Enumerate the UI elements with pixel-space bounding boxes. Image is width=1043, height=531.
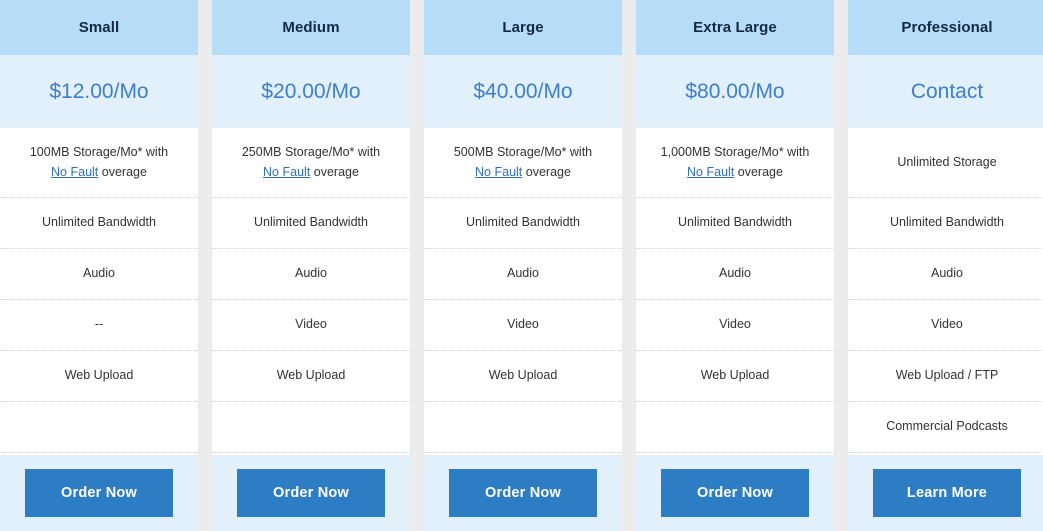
storage-amount-text: 500MB Storage/Mo* with xyxy=(453,145,593,160)
feature-row: Unlimited Bandwidth xyxy=(0,198,198,249)
cta-area: Order Now xyxy=(636,455,834,531)
feature-row: Audio xyxy=(636,249,834,300)
feature-list: 1,000MB Storage/Mo* with No Fault overage… xyxy=(636,128,834,455)
column-gap xyxy=(622,0,636,531)
feature-row: Unlimited Bandwidth xyxy=(424,198,622,249)
overage-text: overage xyxy=(310,164,359,179)
feature-row: Unlimited Bandwidth xyxy=(636,198,834,249)
plan-price: $80.00/Mo xyxy=(636,55,834,128)
feature-row: Web Upload xyxy=(212,351,410,402)
feature-row: Video xyxy=(636,300,834,351)
storage-amount-text: Unlimited Storage xyxy=(897,154,997,169)
cta-area: Order Now xyxy=(424,455,622,531)
plan-name: Small xyxy=(0,0,198,55)
feature-list: 250MB Storage/Mo* with No Fault overage Un… xyxy=(212,128,410,455)
feature-row: Unlimited Bandwidth xyxy=(212,198,410,249)
plan-column: Professional Contact Unlimited Storage Unli… xyxy=(848,0,1043,531)
cta-button[interactable]: Order Now xyxy=(449,469,597,517)
no-fault-link[interactable]: No Fault xyxy=(263,165,310,179)
plan-column: Medium $20.00/Mo 250MB Storage/Mo* with No … xyxy=(212,0,410,531)
cta-area: Order Now xyxy=(0,455,198,531)
feature-row: Commercial Podcasts xyxy=(848,402,1043,453)
feature-row: Web Upload xyxy=(0,351,198,402)
feature-row xyxy=(424,402,622,453)
feature-row: Audio xyxy=(848,249,1043,300)
feature-row: Video xyxy=(424,300,622,351)
feature-row: Audio xyxy=(212,249,410,300)
feature-row: 250MB Storage/Mo* with No Fault overage xyxy=(212,128,410,198)
feature-row: Unlimited Storage xyxy=(848,128,1043,198)
feature-row: 500MB Storage/Mo* with No Fault overage xyxy=(424,128,622,198)
plan-price: $20.00/Mo xyxy=(212,55,410,128)
cta-button[interactable]: Order Now xyxy=(25,469,173,517)
feature-row: Unlimited Bandwidth xyxy=(848,198,1043,249)
plan-name: Professional xyxy=(848,0,1043,55)
feature-row xyxy=(636,402,834,453)
plan-column: Extra Large $80.00/Mo 1,000MB Storage/Mo* … xyxy=(636,0,834,531)
no-fault-link[interactable]: No Fault xyxy=(475,165,522,179)
plan-column: Small $12.00/Mo 100MB Storage/Mo* with No F… xyxy=(0,0,198,531)
no-fault-link[interactable]: No Fault xyxy=(51,165,98,179)
feature-row: Audio xyxy=(0,249,198,300)
plan-name: Medium xyxy=(212,0,410,55)
pricing-table: Small $12.00/Mo 100MB Storage/Mo* with No F… xyxy=(0,0,1043,531)
overage-text: overage xyxy=(522,164,571,179)
plan-price: $40.00/Mo xyxy=(424,55,622,128)
feature-list: Unlimited Storage Unlimited Bandwidth Audi… xyxy=(848,128,1043,455)
feature-list: 500MB Storage/Mo* with No Fault overage Un… xyxy=(424,128,622,455)
feature-row xyxy=(0,402,198,453)
cta-button[interactable]: Learn More xyxy=(873,469,1021,517)
feature-row: 100MB Storage/Mo* with No Fault overage xyxy=(0,128,198,198)
feature-row xyxy=(212,402,410,453)
feature-row: Web Upload / FTP xyxy=(848,351,1043,402)
feature-row: Web Upload xyxy=(424,351,622,402)
plan-price: $12.00/Mo xyxy=(0,55,198,128)
feature-row: Audio xyxy=(424,249,622,300)
storage-amount-text: 1,000MB Storage/Mo* with xyxy=(660,145,810,160)
overage-text: overage xyxy=(734,164,783,179)
cta-button[interactable]: Order Now xyxy=(661,469,809,517)
cta-area: Learn More xyxy=(848,455,1043,531)
feature-row: 1,000MB Storage/Mo* with No Fault overage xyxy=(636,128,834,198)
overage-text: overage xyxy=(98,164,147,179)
cta-area: Order Now xyxy=(212,455,410,531)
plan-price: Contact xyxy=(848,55,1043,128)
column-gap xyxy=(198,0,212,531)
feature-row: Video xyxy=(848,300,1043,351)
plan-name: Extra Large xyxy=(636,0,834,55)
storage-amount-text: 250MB Storage/Mo* with xyxy=(241,145,381,160)
column-gap xyxy=(834,0,848,531)
feature-row: Web Upload xyxy=(636,351,834,402)
plan-name: Large xyxy=(424,0,622,55)
feature-row: Video xyxy=(212,300,410,351)
feature-list: 100MB Storage/Mo* with No Fault overage Un… xyxy=(0,128,198,455)
plan-column: Large $40.00/Mo 500MB Storage/Mo* with No F… xyxy=(424,0,622,531)
no-fault-link[interactable]: No Fault xyxy=(687,165,734,179)
cta-button[interactable]: Order Now xyxy=(237,469,385,517)
storage-amount-text: 100MB Storage/Mo* with xyxy=(29,145,169,160)
column-gap xyxy=(410,0,424,531)
feature-row: -- xyxy=(0,300,198,351)
